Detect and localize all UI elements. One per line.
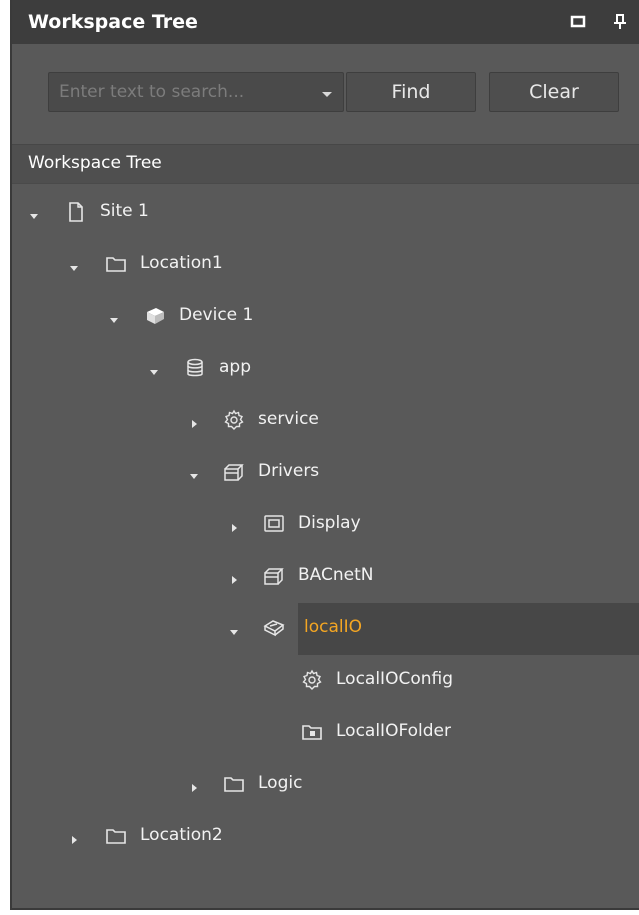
pin-icon[interactable] xyxy=(611,13,629,31)
search-toolbar: Find Clear xyxy=(12,44,639,144)
tree-node-label: service xyxy=(258,409,319,429)
device-icon xyxy=(143,304,167,328)
panel-titlebar: Workspace Tree xyxy=(12,0,639,44)
tree-header: Workspace Tree xyxy=(12,144,639,184)
tree-node-location2[interactable]: Location2 xyxy=(12,811,639,863)
chevron-right-icon[interactable] xyxy=(188,779,200,792)
tree-node-label: Logic xyxy=(258,773,303,793)
tree-node-label: BACnetN xyxy=(298,565,374,585)
tree-node-label: LocalIOConfig xyxy=(336,669,453,689)
tree-node-drivers[interactable]: Drivers xyxy=(12,447,639,499)
chevron-right-icon[interactable] xyxy=(228,519,240,532)
search-input[interactable] xyxy=(49,73,309,111)
chevron-right-icon[interactable] xyxy=(188,415,200,428)
folder-icon xyxy=(104,252,128,276)
workspace-tree-panel: Workspace Tree Find Clear Workspace Tree xyxy=(10,0,639,910)
chevron-down-icon[interactable] xyxy=(68,259,80,271)
tree-node-label: Device 1 xyxy=(179,305,254,325)
tree-node-label: localIO xyxy=(304,617,363,637)
search-combobox[interactable] xyxy=(48,72,344,112)
chevron-down-icon[interactable] xyxy=(148,363,160,375)
gear-icon xyxy=(222,408,246,432)
chevron-down-icon[interactable] xyxy=(108,311,120,323)
panel-title: Workspace Tree xyxy=(28,11,198,33)
chevron-down-icon[interactable] xyxy=(228,623,240,635)
tree-node-service[interactable]: service xyxy=(12,395,639,447)
clear-button[interactable]: Clear xyxy=(489,72,619,112)
gear-icon xyxy=(300,668,324,692)
tree-node-device1[interactable]: Device 1 xyxy=(12,291,639,343)
display-icon xyxy=(262,512,286,536)
tree-node-localio[interactable]: localIO xyxy=(12,603,639,655)
tree-node-label: Location1 xyxy=(140,253,223,273)
chevron-down-icon[interactable] xyxy=(188,467,200,479)
tree-node-location1[interactable]: Location1 xyxy=(12,239,639,291)
tree-node-label: Site 1 xyxy=(100,201,149,221)
tree-node-label: Drivers xyxy=(258,461,320,481)
chevron-right-icon[interactable] xyxy=(68,831,80,844)
tree-node-display[interactable]: Display xyxy=(12,499,639,551)
folder-icon xyxy=(104,824,128,848)
tree-node-localioconfig[interactable]: LocalIOConfig xyxy=(12,655,639,707)
tree-node-label: LocalIOFolder xyxy=(336,721,451,741)
tree-node-localiofolder[interactable]: LocalIOFolder xyxy=(12,707,639,759)
find-button[interactable]: Find xyxy=(346,72,476,112)
tree-node-label: Display xyxy=(298,513,361,533)
tree-node-logic[interactable]: Logic xyxy=(12,759,639,811)
chevron-down-icon[interactable] xyxy=(317,84,337,104)
drivers-icon xyxy=(262,564,286,588)
drivers-icon xyxy=(222,460,246,484)
tree-header-label: Workspace Tree xyxy=(28,153,162,173)
chevron-down-icon[interactable] xyxy=(28,207,40,219)
folder-icon xyxy=(222,772,246,796)
database-icon xyxy=(183,356,207,380)
special-folder-icon xyxy=(300,720,324,744)
tree-node-bacnetn[interactable]: BACnetN xyxy=(12,551,639,603)
tree-node-site1[interactable]: Site 1 xyxy=(12,187,639,239)
document-icon xyxy=(64,200,88,224)
io-module-icon xyxy=(262,616,286,640)
tree-node-label: app xyxy=(219,357,251,377)
chevron-right-icon[interactable] xyxy=(228,571,240,584)
maximize-icon[interactable] xyxy=(569,13,587,31)
tree-node-label: Location2 xyxy=(140,825,223,845)
tree-node-app[interactable]: app xyxy=(12,343,639,395)
